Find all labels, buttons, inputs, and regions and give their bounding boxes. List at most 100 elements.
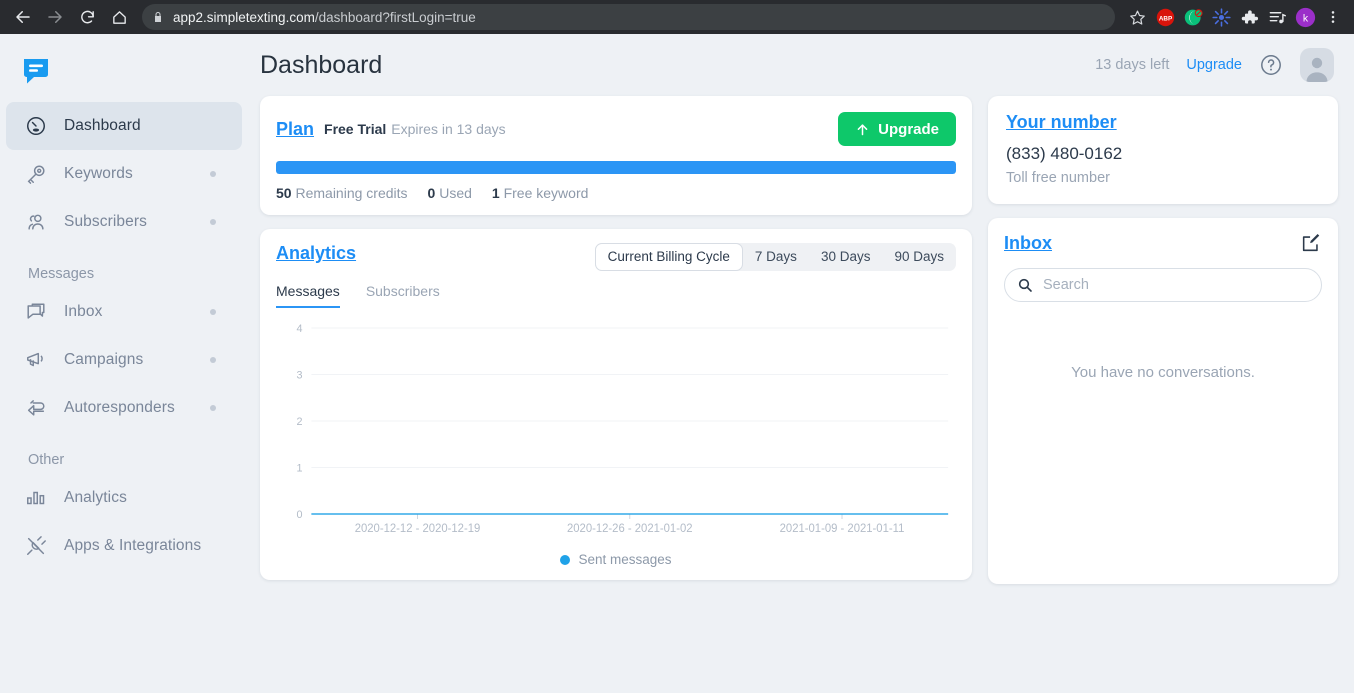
range-30-days[interactable]: 30 Days [809, 243, 883, 271]
page-title: Dashboard [260, 50, 383, 79]
sidebar-section-other: Other [28, 452, 65, 468]
plan-link[interactable]: Plan [276, 119, 314, 140]
header-actions: 13 days left Upgrade [1095, 48, 1334, 82]
logo-container[interactable] [0, 44, 248, 102]
svg-text:2021-01-09 - 2021-01-11: 2021-01-09 - 2021-01-11 [780, 523, 905, 535]
trial-days-left: 13 days left [1095, 57, 1170, 73]
chat-icon [24, 300, 48, 324]
analytics-header: Analytics Current Billing Cycle 7 Days 3… [276, 243, 956, 271]
main-content: Dashboard 13 days left Upgrade Plan Free… [248, 34, 1354, 693]
sidebar-item-inbox[interactable]: Inbox [6, 288, 242, 336]
playlist-icon[interactable] [1264, 4, 1290, 30]
inbox-card: Inbox You have no conversations. [988, 218, 1338, 584]
upgrade-button-label: Upgrade [878, 120, 939, 138]
app-container: Dashboard Keywords Subscribers Messages … [0, 34, 1354, 693]
chart-x-tick-labels: 2020-12-12 - 2020-12-19 2020-12-26 - 2021… [355, 514, 905, 535]
sidebar-item-autoresponders[interactable]: Autoresponders [6, 384, 242, 432]
analytics-card: Analytics Current Billing Cycle 7 Days 3… [260, 229, 972, 580]
sidebar-item-subscribers[interactable]: Subscribers [6, 198, 242, 246]
tab-subscribers[interactable]: Subscribers [366, 283, 440, 308]
sidebar-badge-dot [210, 171, 216, 177]
inbox-search-box[interactable] [1004, 268, 1322, 302]
sidebar-item-analytics[interactable]: Analytics [6, 474, 242, 522]
reload-button[interactable] [72, 2, 102, 32]
forward-button[interactable] [40, 2, 70, 32]
lock-icon [155, 12, 161, 22]
puzzle-extensions-icon[interactable] [1236, 4, 1262, 30]
upgrade-button[interactable]: Upgrade [838, 112, 956, 146]
svg-text:4: 4 [297, 323, 303, 335]
plan-stats: 50 Remaining credits 0 Used 1 Free keywo… [276, 185, 956, 201]
sidebar-item-dashboard[interactable]: Dashboard [6, 102, 242, 150]
analytics-chart: 0 1 2 3 4 2020-12-12 - 2020-12-19 2020-12-26 … [276, 320, 956, 570]
plan-type: Free Trial [324, 121, 387, 137]
back-button[interactable] [8, 2, 38, 32]
your-number-link[interactable]: Your number [1006, 112, 1117, 133]
range-7-days[interactable]: 7 Days [743, 243, 809, 271]
profile-initial: k [1302, 12, 1308, 24]
analytics-link[interactable]: Analytics [276, 243, 356, 264]
simpletexting-logo [24, 59, 48, 84]
dashboard-grid: Plan Free Trial Expires in 13 days Upgra… [260, 96, 1338, 584]
adblock-plus-icon[interactable]: ABP [1152, 4, 1178, 30]
people-icon [24, 210, 48, 234]
chart-gridlines [311, 327, 949, 515]
night-mode-icon[interactable] [1180, 4, 1206, 30]
sidebar-item-label: Apps & Integrations [64, 537, 202, 554]
sidebar-item-apps-integrations[interactable]: Apps & Integrations [6, 522, 242, 570]
url-text: app2.simpletexting.com/dashboard?firstLo… [173, 10, 476, 25]
chart-canvas: 0 1 2 3 4 2020-12-12 - 2020-12-19 2020-12-26 … [297, 323, 949, 535]
svg-text:2020-12-26 - 2021-01-02: 2020-12-26 - 2021-01-02 [567, 523, 693, 535]
bookmark-star-icon[interactable] [1124, 4, 1150, 30]
stat-label: Used [439, 185, 472, 201]
chart-legend: Sent messages [276, 552, 956, 567]
sidebar-item-keywords[interactable]: Keywords [6, 150, 242, 198]
stat-used: 0 Used [428, 185, 472, 201]
asterisk-extension-icon[interactable] [1208, 4, 1234, 30]
help-icon[interactable] [1259, 53, 1283, 77]
browser-menu-icon[interactable] [1320, 4, 1346, 30]
plug-icon [24, 534, 48, 558]
stat-label: Remaining credits [295, 185, 408, 201]
sidebar-item-label: Inbox [64, 303, 103, 320]
sidebar-badge-dot [210, 309, 216, 315]
home-button[interactable] [104, 2, 134, 32]
svg-text:0: 0 [297, 509, 303, 521]
sidebar-section-messages: Messages [28, 266, 95, 282]
sidebar-item-label: Keywords [64, 165, 133, 182]
right-column: Your number (833) 480-0162 Toll free num… [988, 96, 1338, 584]
credits-progress-fill [276, 161, 956, 174]
sidebar-badge-dot [210, 357, 216, 363]
sidebar-item-label: Subscribers [64, 213, 147, 230]
megaphone-icon [24, 348, 48, 372]
sidebar-item-label: Dashboard [64, 117, 141, 134]
sidebar-item-campaigns[interactable]: Campaigns [6, 336, 242, 384]
search-input[interactable] [1043, 277, 1309, 293]
date-range-segmented-control: Current Billing Cycle 7 Days 30 Days 90 … [594, 243, 956, 271]
reply-icon [24, 396, 48, 420]
sidebar-item-label: Autoresponders [64, 399, 175, 416]
svg-text:2: 2 [297, 416, 303, 428]
compose-icon[interactable] [1300, 232, 1322, 254]
svg-text:ABP: ABP [1158, 15, 1171, 22]
inbox-header: Inbox [1004, 232, 1322, 254]
range-current-billing-cycle[interactable]: Current Billing Cycle [594, 243, 743, 271]
page-header: Dashboard 13 days left Upgrade [260, 34, 1338, 96]
header-upgrade-link[interactable]: Upgrade [1186, 57, 1242, 73]
stat-free-keyword: 1 Free keyword [492, 185, 589, 201]
legend-color-swatch [560, 554, 571, 565]
avatar[interactable] [1300, 48, 1334, 82]
inbox-link[interactable]: Inbox [1004, 233, 1052, 254]
plan-expiry: Expires in 13 days [391, 121, 506, 137]
sidebar: Dashboard Keywords Subscribers Messages … [0, 34, 248, 693]
address-bar[interactable]: app2.simpletexting.com/dashboard?firstLo… [142, 4, 1115, 30]
range-90-days[interactable]: 90 Days [882, 243, 956, 271]
svg-text:1: 1 [297, 462, 303, 474]
plan-card: Plan Free Trial Expires in 13 days Upgra… [260, 96, 972, 215]
credits-progress-bar [276, 161, 956, 174]
tab-messages[interactable]: Messages [276, 283, 340, 308]
gauge-icon [24, 114, 48, 138]
analytics-tabs: Messages Subscribers [276, 283, 956, 308]
profile-avatar-icon[interactable]: k [1292, 4, 1318, 30]
your-number-card: Your number (833) 480-0162 Toll free num… [988, 96, 1338, 204]
